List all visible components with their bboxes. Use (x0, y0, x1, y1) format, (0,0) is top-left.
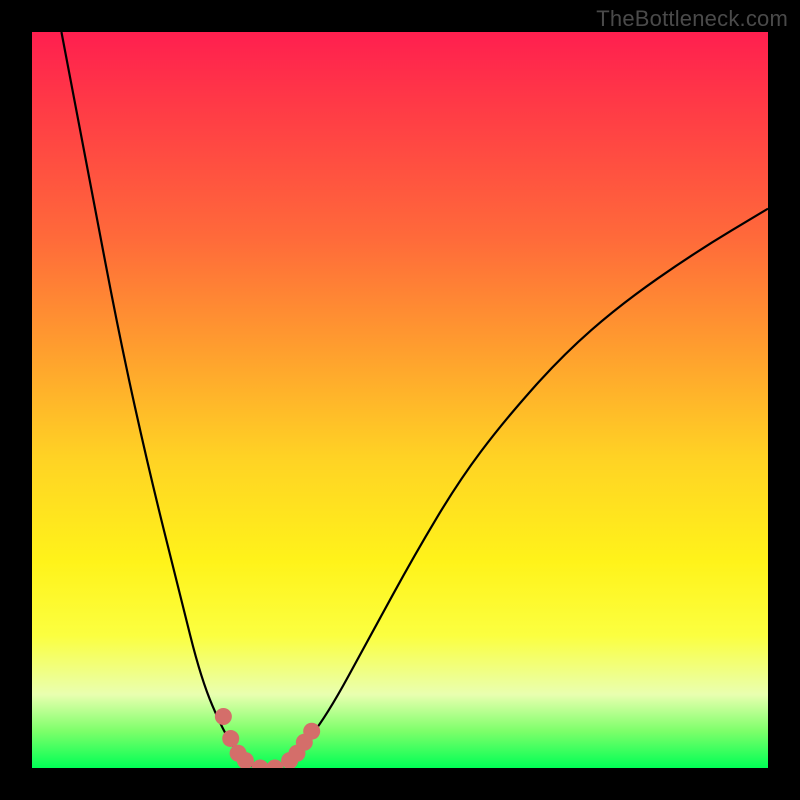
watermark-text: TheBottleneck.com (596, 6, 788, 32)
chart-frame: TheBottleneck.com (0, 0, 800, 800)
plot-area (32, 32, 768, 768)
background-gradient (32, 32, 768, 768)
